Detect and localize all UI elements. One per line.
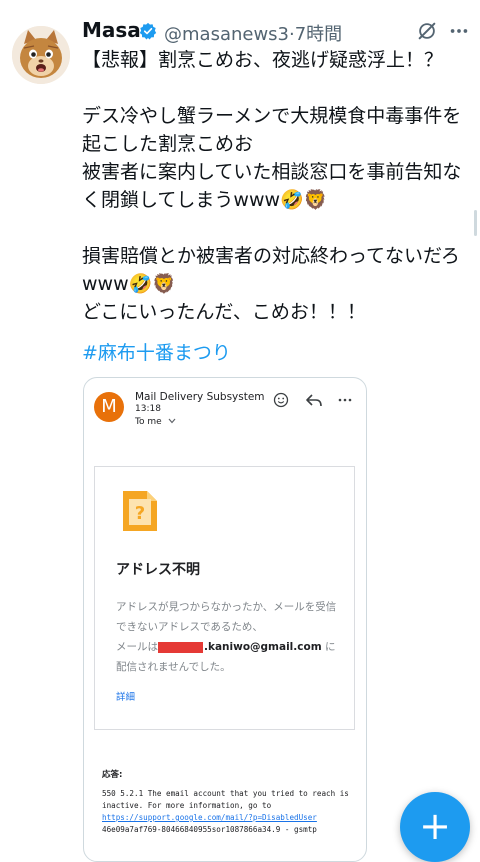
response-label: 応答: <box>102 770 123 780</box>
bounced-email-address: .kaniwo@gmail.com <box>204 641 322 653</box>
compose-button[interactable]: + <box>400 792 470 862</box>
scrollbar-thumb[interactable] <box>474 210 477 236</box>
redacted-text <box>158 641 203 653</box>
question-file-icon: ? <box>123 491 157 531</box>
smtp-response: 550 5.2.1 The email account that you tri… <box>102 788 362 836</box>
plus-icon: + <box>419 804 451 848</box>
handle-and-time[interactable]: @masanews3·7時間 <box>164 20 342 46</box>
chevron-down-icon <box>168 418 175 424</box>
email-sender: Mail Delivery Subsystem <box>135 391 265 403</box>
svg-text:?: ? <box>135 503 145 524</box>
hashtag-link[interactable]: #麻布十番まつり <box>82 339 231 367</box>
card-body: アドレスが見つからなかったか、メールを受信できないアドレスであるため、 メールは… <box>116 597 346 677</box>
author-avatar[interactable] <box>12 26 70 84</box>
details-link: 詳細 <box>116 692 136 703</box>
smtp-response-text: 550 5.2.1 The email account that you tri… <box>102 789 354 810</box>
emoji-reaction-icon <box>273 392 289 408</box>
more-icon[interactable] <box>448 20 470 42</box>
grok-icon[interactable] <box>416 20 438 42</box>
author-name[interactable]: Masa <box>82 18 141 42</box>
email-time: 13:18 <box>135 404 161 414</box>
tweet-body: 【悲報】割烹こめお、夜逃げ疑惑浮上！？ デス冷やし蟹ラーメンで大規模食中毒事件を… <box>82 49 462 323</box>
tweet-media-image[interactable]: M Mail Delivery Subsystem 13:18 To me ? … <box>83 377 367 862</box>
card-title: アドレス不明 <box>116 562 200 578</box>
support-link: https://support.google.com/mail/?p=Disab… <box>102 813 317 822</box>
sender-avatar: M <box>94 392 124 422</box>
tweet-header: Masa @masanews3·7時間 <box>82 16 470 50</box>
cat-avatar-image <box>12 26 70 84</box>
reply-icon <box>306 394 322 407</box>
email-more-icon <box>338 398 352 402</box>
verified-badge-icon <box>139 22 157 40</box>
email-recipient: To me <box>135 417 176 427</box>
email-recipient-label: To me <box>135 417 162 427</box>
bounce-notice-card: ? アドレス不明 アドレスが見つからなかったか、メールを受信できないアドレスであ… <box>94 466 355 730</box>
